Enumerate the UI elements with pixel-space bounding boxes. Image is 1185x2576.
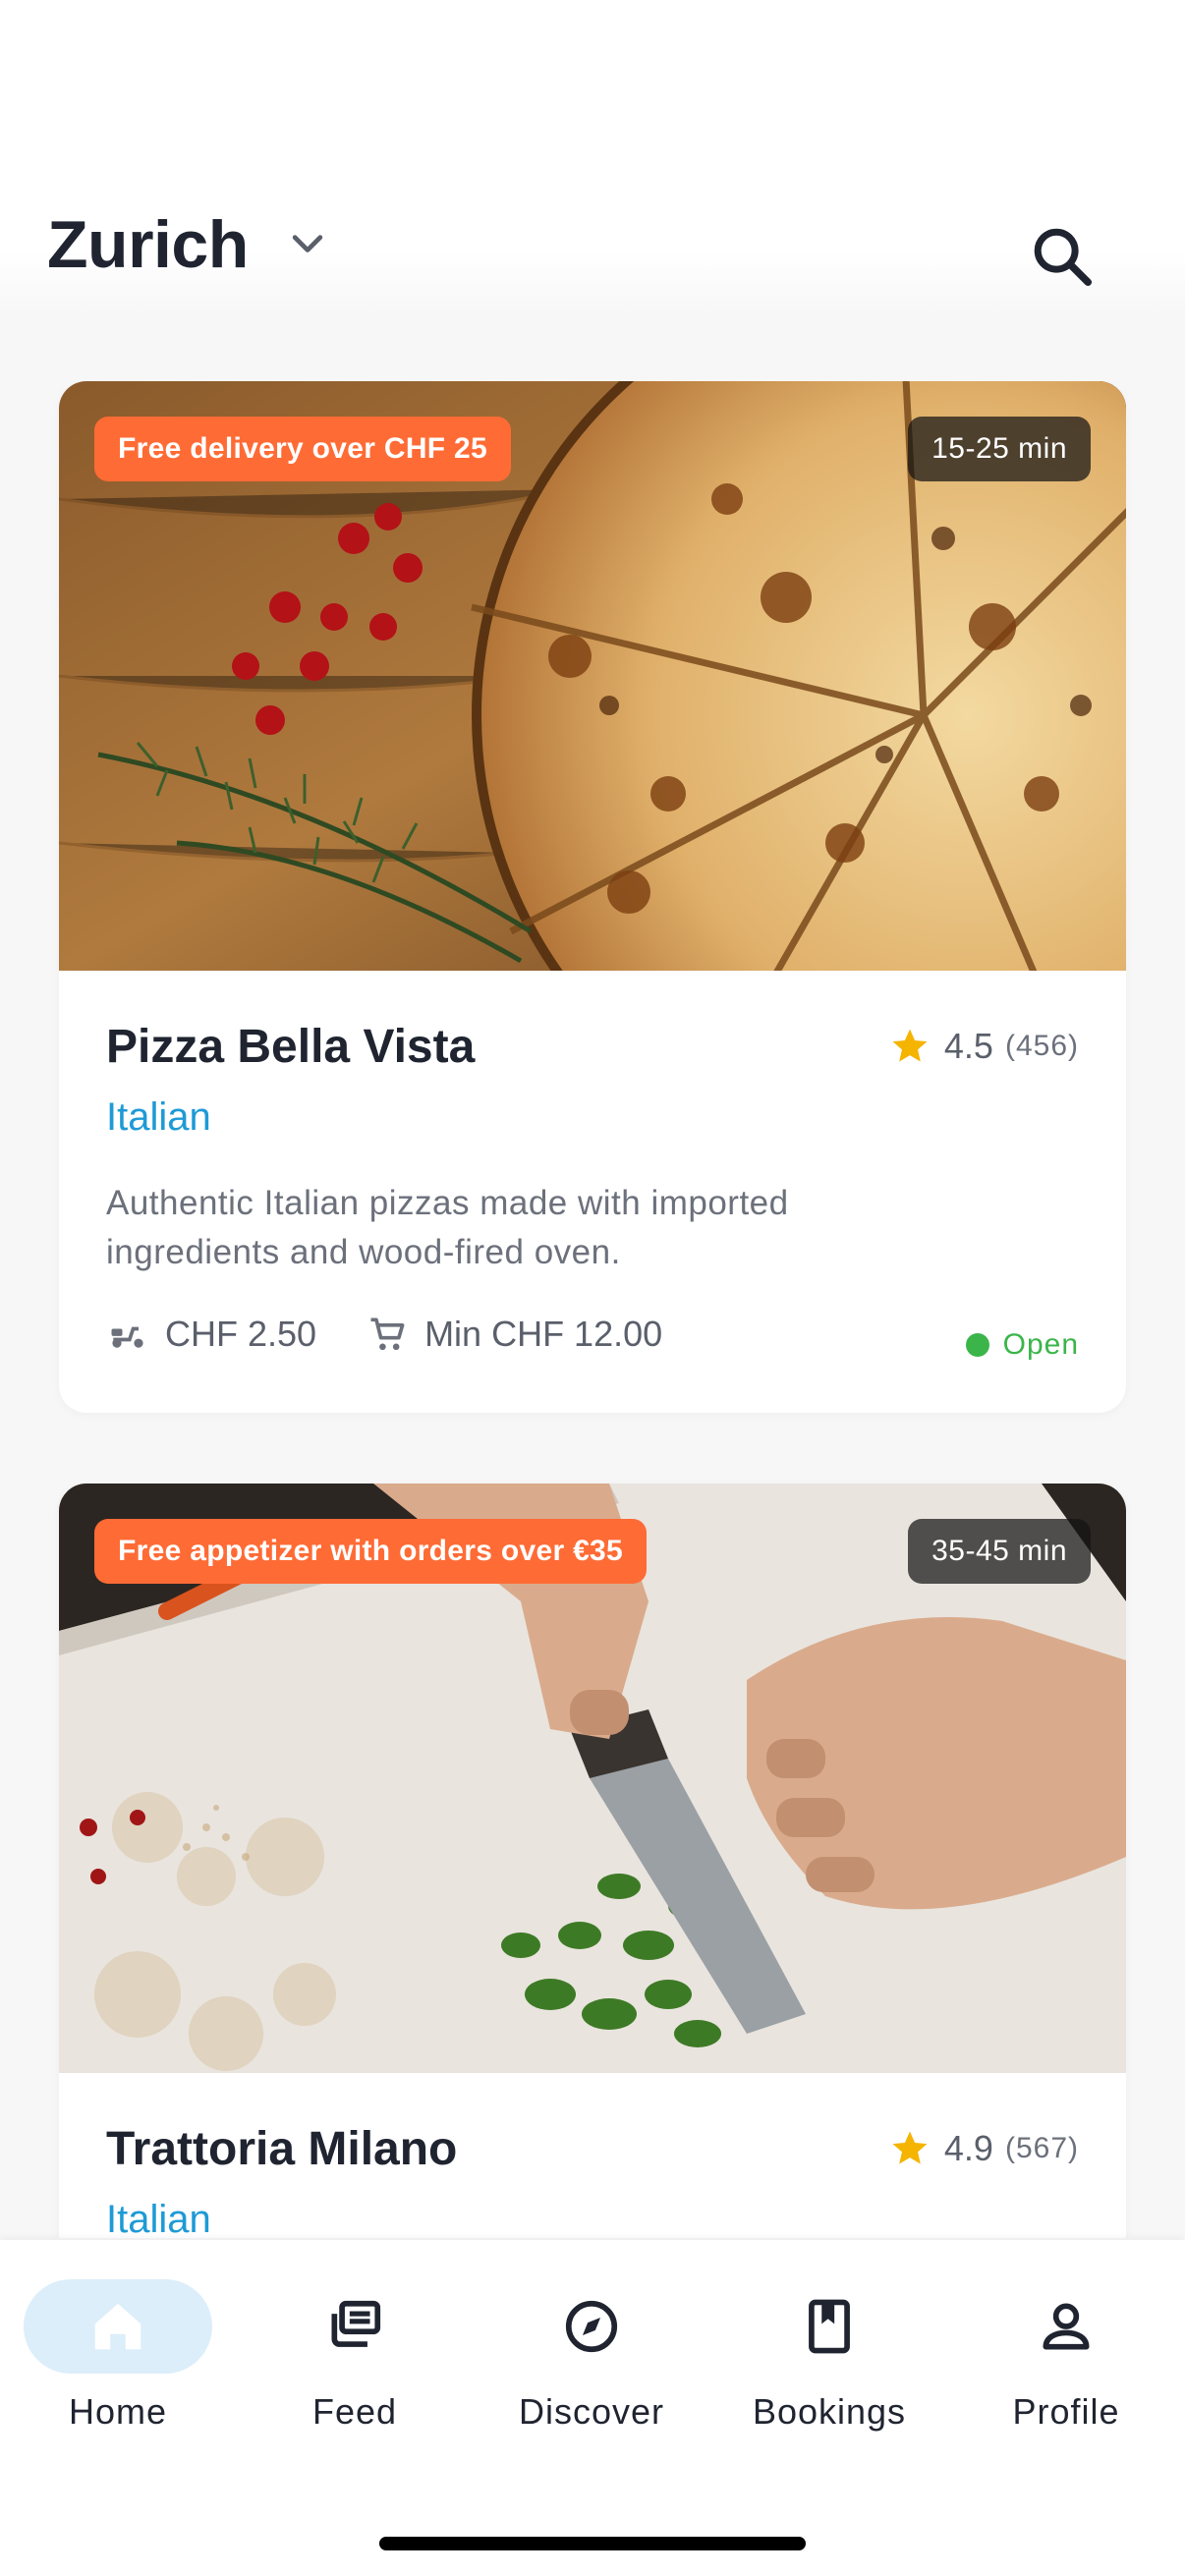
promo-badge: Free appetizer with orders over €35	[94, 1519, 648, 1584]
cuisine-link[interactable]: Italian	[106, 1095, 1079, 1140]
promo-badge: Free delivery over CHF 25	[94, 417, 512, 481]
nav-label: Profile	[1012, 2391, 1120, 2432]
nav-label: Bookings	[752, 2391, 907, 2432]
cuisine-link[interactable]: Italian	[106, 2198, 1079, 2238]
bookmark-icon	[809, 2299, 850, 2354]
status-dot	[965, 1333, 989, 1357]
minimum-order-value: Min CHF 12.00	[424, 1314, 663, 1354]
home-icon	[94, 2303, 141, 2350]
delivery-time-badge: 35-45 min	[908, 1519, 1091, 1584]
home-indicator[interactable]	[379, 2537, 806, 2550]
person-icon	[1043, 2303, 1090, 2350]
restaurant-card[interactable]: Free appetizer with orders over €35 35-4…	[59, 1484, 1126, 2238]
compass-icon	[565, 2300, 618, 2353]
review-count: (567)	[1004, 2132, 1079, 2164]
restaurant-info: Trattoria Milano Italian 4.9 (567)	[59, 2073, 1126, 2238]
restaurant-feed[interactable]: Free delivery over CHF 25 15-25 min Pizz…	[0, 381, 1185, 2238]
nav-discover[interactable]: Discover	[483, 2279, 700, 2433]
search-icon[interactable]	[1028, 222, 1097, 291]
restaurant-card[interactable]: Free delivery over CHF 25 15-25 min Pizz…	[59, 381, 1126, 1413]
nav-feed[interactable]: Feed	[247, 2279, 463, 2433]
city-name: Zurich	[47, 207, 249, 282]
restaurant-description: Authentic Italian pizzas made with impor…	[106, 1184, 789, 1271]
nav-active-indicator	[24, 2279, 212, 2374]
nav-profile[interactable]: Profile	[958, 2279, 1174, 2433]
rating: 4.5 (456)	[889, 1026, 1079, 1067]
rating: 4.9 (567)	[889, 2128, 1079, 2169]
delivery-meta: CHF 2.50 Min CHF 12.00	[106, 1313, 1079, 1356]
star-icon	[892, 1029, 928, 1062]
restaurant-image: Free appetizer with orders over €35 35-4…	[59, 1484, 1126, 2073]
star-icon	[892, 2131, 928, 2164]
scooter-icon	[111, 1326, 143, 1348]
chevron-down-icon	[292, 235, 323, 252]
rating-value: 4.9	[943, 2128, 993, 2168]
open-status: Open	[965, 1328, 1079, 1362]
bottom-navigation: Home Feed Discover Bookings Profile	[0, 2240, 1185, 2576]
nav-label: Home	[68, 2391, 168, 2432]
delivery-time-badge: 15-25 min	[908, 417, 1091, 481]
delivery-fee: CHF 2.50	[106, 1313, 316, 1356]
restaurant-info: Pizza Bella Vista Italian 4.5 (456) Auth…	[59, 971, 1126, 1413]
nav-label: Feed	[311, 2391, 398, 2432]
cart-icon	[370, 1317, 405, 1351]
nav-home[interactable]: Home	[10, 2279, 226, 2433]
city-selector[interactable]: Zurich	[47, 206, 329, 283]
rating-value: 4.5	[943, 1026, 993, 1066]
status-label: Open	[1002, 1328, 1079, 1361]
minimum-order: Min CHF 12.00	[366, 1313, 662, 1356]
delivery-fee-value: CHF 2.50	[165, 1314, 317, 1354]
nav-label: Discover	[518, 2391, 665, 2432]
review-count: (456)	[1004, 1030, 1079, 1062]
feed-icon	[331, 2300, 381, 2347]
header: Zurich	[0, 0, 1185, 314]
restaurant-image: Free delivery over CHF 25 15-25 min	[59, 381, 1126, 971]
nav-bookings[interactable]: Bookings	[721, 2279, 937, 2433]
